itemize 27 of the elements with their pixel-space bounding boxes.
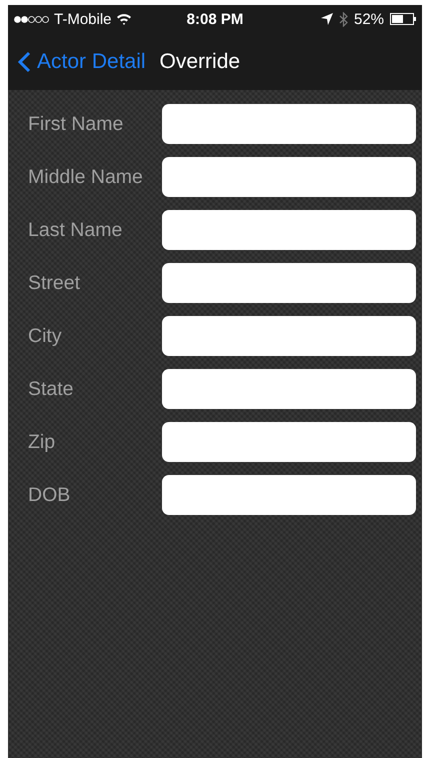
input-field[interactable] <box>162 210 416 250</box>
battery-percent: 52% <box>354 10 384 28</box>
status-time: 8:08 PM <box>186 10 244 28</box>
input-field[interactable] <box>162 316 416 356</box>
input-field[interactable] <box>162 422 416 462</box>
field-label: State <box>28 378 75 400</box>
battery-icon <box>390 13 416 25</box>
input-field[interactable] <box>162 263 416 303</box>
wifi-icon <box>116 13 132 25</box>
field-label: Street <box>28 272 82 294</box>
field-label: Last Name <box>28 218 124 242</box>
field-label: DOB <box>28 484 72 506</box>
input-field[interactable] <box>162 104 416 144</box>
input-field[interactable] <box>162 369 416 409</box>
carrier: T-Mobile <box>54 10 112 28</box>
location-icon <box>320 13 333 25</box>
field-label: City <box>28 324 63 348</box>
bluetooth-icon <box>338 12 348 26</box>
chevron-icon <box>18 50 31 72</box>
input-field[interactable] <box>162 475 416 515</box>
signal-icon <box>14 16 50 22</box>
screen-title: Override <box>160 50 240 74</box>
input-field[interactable] <box>162 157 416 197</box>
field-label: Middle Name <box>28 166 144 188</box>
field-label: Zip <box>28 430 56 454</box>
field-label: First Name <box>28 112 124 136</box>
back-button[interactable]: Actor Detail <box>18 50 146 74</box>
